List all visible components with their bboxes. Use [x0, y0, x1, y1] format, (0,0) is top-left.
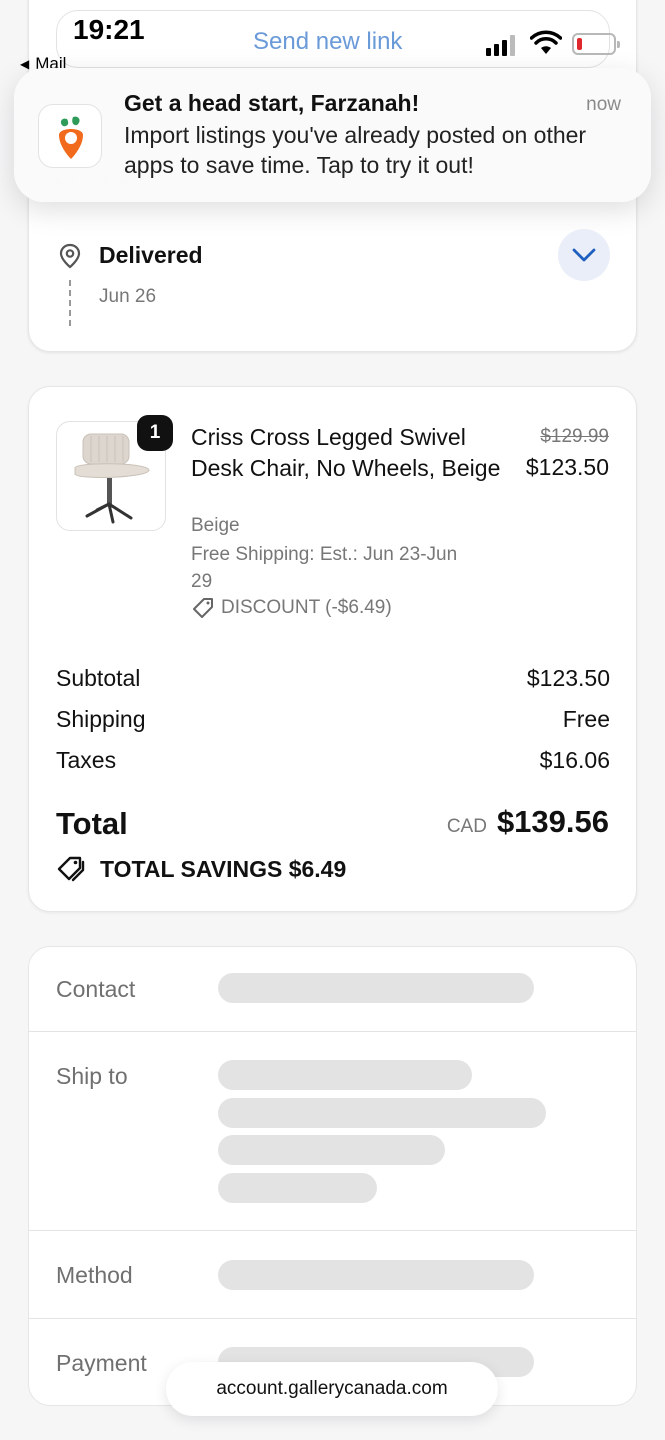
subtotal-value: $123.50: [526, 665, 610, 691]
shipping-estimate: Free Shipping: Est.: Jun 23-Jun 29: [191, 544, 458, 592]
product-price: $123.50: [525, 454, 609, 480]
ship-to-label: Ship to: [56, 1063, 128, 1089]
shipping-row: Shipping Free: [56, 706, 610, 733]
divider: [28, 1230, 637, 1231]
shipping-label: Shipping: [56, 706, 146, 732]
quantity-badge: 1: [137, 415, 173, 451]
expand-delivery-button[interactable]: [558, 229, 610, 281]
ship-to-placeholder-line: [218, 1060, 472, 1090]
contact-placeholder: [218, 973, 534, 1003]
browser-url-bar[interactable]: account.gallerycanada.com: [166, 1362, 498, 1416]
taxes-label: Taxes: [56, 747, 117, 773]
taxes-value: $16.06: [539, 747, 610, 773]
method-label: Method: [56, 1262, 133, 1288]
payment-label: Payment: [56, 1350, 147, 1376]
cellular-signal-icon: [486, 34, 515, 56]
notification-time: now: [586, 94, 621, 115]
original-price: $129.99: [540, 426, 609, 447]
notification-body: Import listings you've already posted on…: [124, 122, 587, 178]
product-discount: DISCOUNT (-$6.49): [191, 596, 392, 620]
method-placeholder: [218, 1260, 534, 1290]
subtotal-row: Subtotal $123.50: [56, 665, 610, 692]
divider: [28, 1031, 637, 1032]
battery-icon: [572, 33, 620, 55]
timeline-dashed-line: [69, 280, 71, 326]
shipping-value: Free: [562, 706, 610, 732]
subtotal-label: Subtotal: [56, 665, 141, 691]
product-variant: Beige: [191, 515, 240, 536]
divider: [28, 1318, 637, 1319]
ship-to-placeholder-line: [218, 1098, 546, 1128]
contact-label: Contact: [56, 976, 136, 1002]
taxes-row: Taxes $16.06: [56, 747, 610, 774]
ship-to-placeholder-line: [218, 1173, 377, 1203]
discount-label: DISCOUNT (-$6.49): [221, 597, 392, 618]
chevron-down-icon: [572, 248, 596, 262]
notification-title: Get a head start, Farzanah!: [124, 90, 420, 116]
send-new-link-button[interactable]: Send new link: [253, 28, 402, 56]
delivery-status: Delivered: [99, 242, 203, 268]
total-savings: TOTAL SAVINGS $6.49: [56, 854, 346, 884]
total-value-group: CAD $139.56: [447, 804, 609, 840]
push-notification[interactable]: Get a head start, Farzanah! now Import l…: [14, 68, 651, 202]
product-name: Criss Cross Legged Swivel Desk Chair, No…: [191, 424, 501, 481]
tag-icon: [193, 598, 213, 618]
savings-tags-icon: [57, 856, 85, 882]
status-time: 19:21: [73, 14, 145, 45]
savings-label: TOTAL SAVINGS $6.49: [100, 855, 347, 882]
total-amount: $139.56: [496, 804, 609, 839]
wifi-icon: [530, 30, 562, 54]
total-currency: CAD: [446, 816, 487, 837]
carrot-app-icon: [38, 104, 102, 168]
location-pin-icon: [59, 243, 81, 269]
back-arrow-icon: ◀: [20, 57, 30, 71]
ship-to-placeholder-line: [218, 1135, 445, 1165]
delivery-date: Jun 26: [99, 286, 157, 307]
status-bar: 19:21 ◀ Mail Send new link: [0, 0, 665, 73]
total-label: Total: [56, 806, 128, 841]
